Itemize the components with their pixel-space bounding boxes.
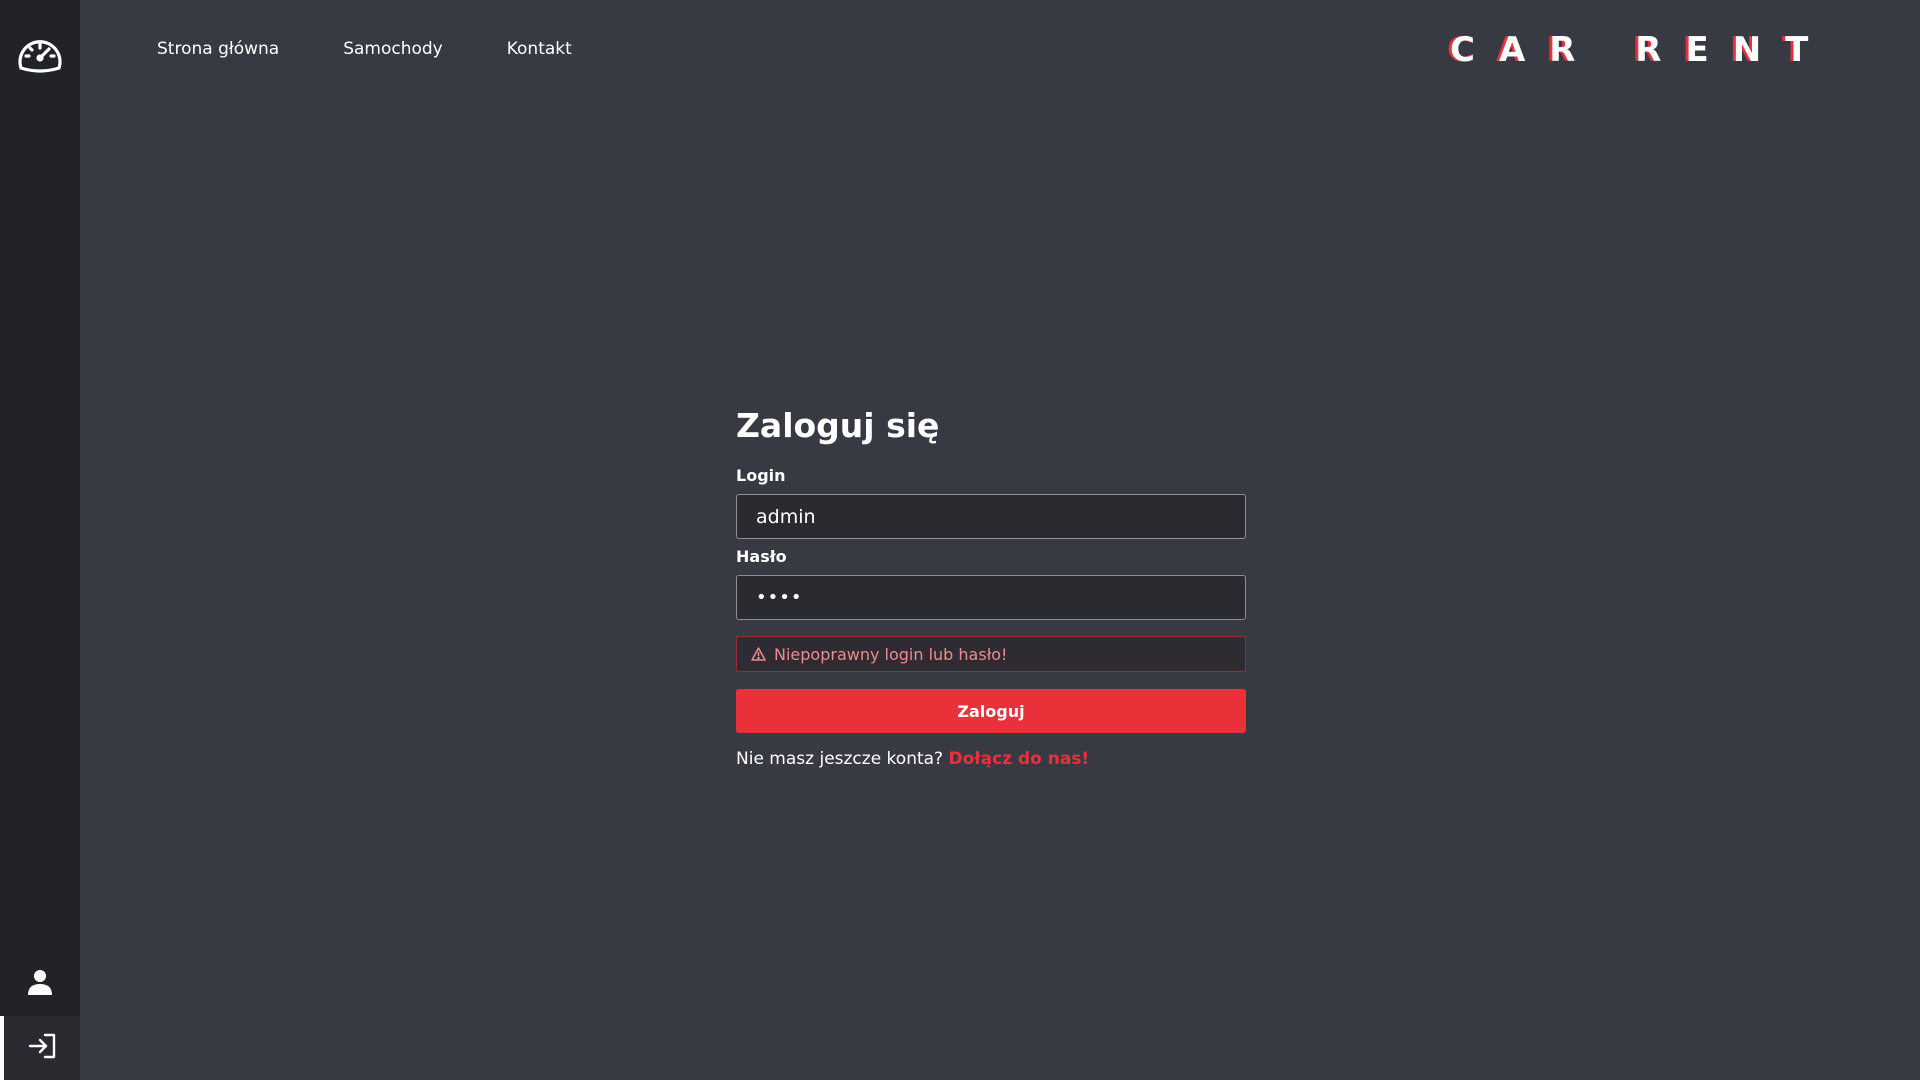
register-link[interactable]: Dołącz do nas! [949, 749, 1090, 769]
page-title: Zaloguj się [736, 406, 940, 445]
login-label: Login [736, 466, 786, 485]
nav-cars[interactable]: Samochody [343, 38, 443, 60]
user-icon [28, 969, 52, 999]
brand-logo[interactable]: CAR RENT [1450, 30, 1832, 70]
password-label: Hasło [736, 547, 787, 566]
nav-home[interactable]: Strona główna [157, 38, 279, 60]
sidebar [0, 0, 80, 1080]
login-button[interactable] [0, 1016, 80, 1080]
user-button[interactable] [0, 958, 80, 1010]
login-icon [28, 1033, 56, 1063]
speedometer-icon[interactable] [14, 34, 66, 74]
warning-icon [751, 647, 766, 661]
error-alert: Niepoprawny login lub hasło! [736, 636, 1246, 672]
top-navigation: Strona główna Samochody Kontakt [157, 38, 572, 60]
password-input[interactable] [736, 575, 1246, 620]
register-line: Nie masz jeszcze konta? Dołącz do nas! [736, 748, 1246, 770]
register-prompt: Nie masz jeszcze konta? [736, 749, 944, 769]
login-panel: Zaloguj się Login Hasło Niepoprawny logi… [736, 404, 1246, 770]
nav-contact[interactable]: Kontakt [507, 38, 572, 60]
login-input[interactable] [736, 494, 1246, 539]
submit-button[interactable]: Zaloguj [736, 689, 1246, 733]
error-text: Niepoprawny login lub hasło! [774, 644, 1008, 664]
